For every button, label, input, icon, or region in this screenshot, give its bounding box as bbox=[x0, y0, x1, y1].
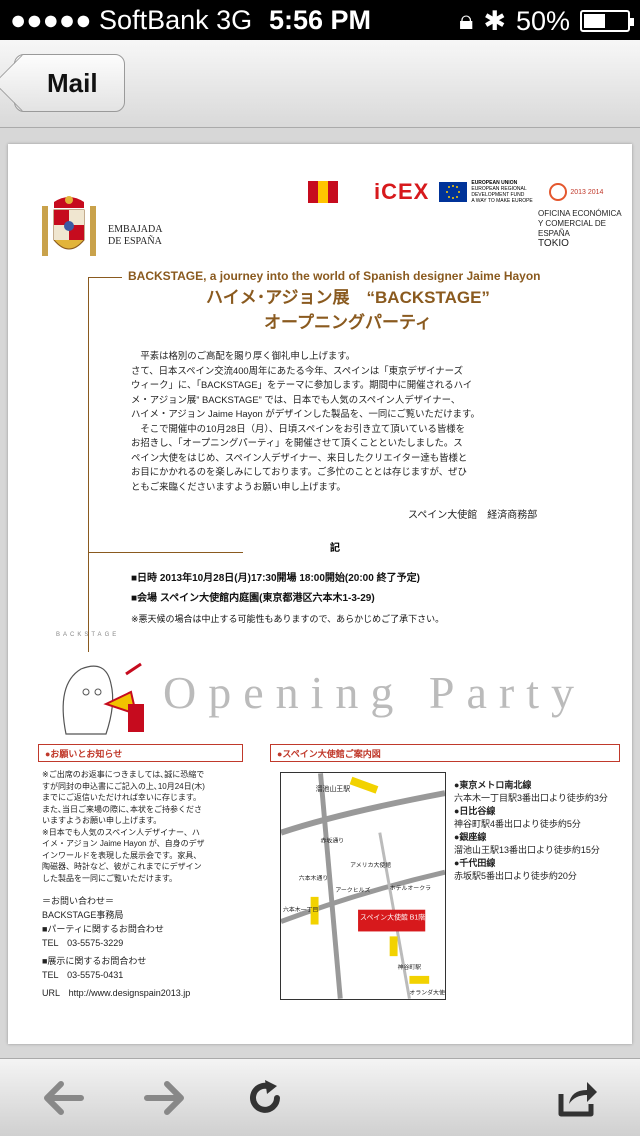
bluetooth-icon: ✱ bbox=[483, 5, 506, 36]
date-line: ■日時 2013年10月28日(月)17:30開場 18:00開始(20:00 … bbox=[131, 573, 420, 584]
oficina-line-2: Y COMERCIAL DE ESPAÑA bbox=[538, 219, 607, 238]
left-border-rule bbox=[88, 277, 89, 652]
mail-back-button[interactable]: Mail bbox=[14, 54, 125, 112]
invitation-body: 平素は格別のご高配を賜り厚く御礼申し上げます。 さて、日本スペイン交流400周年… bbox=[131, 350, 480, 492]
embassy-line-2: DE ESPAÑA bbox=[108, 236, 162, 247]
eu-flag-icon bbox=[439, 182, 468, 202]
eu-logo-sub: EUROPEAN REGIONAL DEVELOPMENT FUND bbox=[471, 186, 527, 198]
map-heading: ●スペイン大使館ご案内図 bbox=[270, 744, 620, 762]
orientation-lock-icon: 🔒︎ bbox=[458, 5, 474, 35]
embassy-map: スペイン大使館 B1階 セミナールーム 溜池山王駅 赤坂通り アメリカ大使館 六… bbox=[280, 772, 446, 1000]
access-item: ●銀座線 溜池山王駅13番出口より徒歩約15分 bbox=[454, 831, 624, 857]
map-label-tameike: 溜池山王駅 bbox=[316, 784, 351, 793]
battery-icon bbox=[580, 10, 634, 32]
share-button[interactable] bbox=[552, 1073, 602, 1123]
contact-party-tel: TEL 03-5575-3229 bbox=[42, 938, 124, 948]
arrow-left-icon bbox=[44, 1081, 84, 1115]
document-page: EMBAJADA DE ESPAÑA iCEX EUROPEAN UNION E… bbox=[8, 144, 632, 1044]
status-right: 🔒︎ ✱ 50% bbox=[458, 5, 634, 37]
bottom-rule bbox=[88, 552, 243, 553]
contact-url: URL http://www.designspain2013.jp bbox=[42, 988, 191, 998]
access-item: ●千代田線 赤坂駅5番出口より徒歩約20分 bbox=[454, 857, 624, 883]
navigation-bar: Mail bbox=[0, 40, 640, 128]
rain-note: ※悪天候の場合は中止する可能性もありますので、あらかじめご了承下さい。 bbox=[131, 614, 445, 624]
backstage-mini-label: BACKSTAGE bbox=[56, 632, 120, 638]
contact-exhibit: ■展示に関するお問合わせ bbox=[42, 956, 147, 966]
government-of-spain-logo bbox=[308, 181, 364, 203]
embassy-line-1: EMBAJADA bbox=[108, 224, 163, 235]
headline-japanese-1: ハイメ･アジョン展 “BACKSTAGE” bbox=[206, 288, 490, 307]
map-label-ark: アークヒルズ bbox=[335, 886, 370, 894]
notice-body: ※ご出席のお返事につきましては､誠に恐縮で すが同封の申込書にご記入の上､10月… bbox=[42, 770, 205, 883]
access-list: ●東京メトロ南北線 六本木一丁目駅3番出口より徒歩約3分 ●日比谷線 神谷町駅4… bbox=[454, 779, 624, 883]
venue-line: ■会場 スペイン大使館内庭園(東京都港区六本木1-3-29) bbox=[131, 593, 375, 604]
contact-party: ■パーティに関するお問合わせ bbox=[42, 924, 164, 934]
icex-logo: iCEX bbox=[374, 179, 430, 204]
map-label-american: アメリカ大使館 bbox=[350, 861, 391, 869]
access-detail: 溜池山王駅13番出口より徒歩約15分 bbox=[454, 845, 600, 855]
access-line-name: ●銀座線 bbox=[454, 832, 487, 842]
map-label-roppongi1: 六本木一丁目 bbox=[283, 906, 318, 914]
access-item: ●日比谷線 神谷町駅4番出口より徒歩約5分 bbox=[454, 805, 624, 831]
notice-heading: ●お願いとお知らせ bbox=[38, 744, 243, 762]
access-detail: 赤坂駅5番出口より徒歩約20分 bbox=[454, 871, 577, 881]
back-button-label: Mail bbox=[47, 68, 98, 98]
access-detail: 神谷町駅4番出口より徒歩約5分 bbox=[454, 819, 581, 829]
battery-percent: 50% bbox=[515, 5, 570, 36]
embassy-label: EMBAJADA DE ESPAÑA bbox=[108, 224, 162, 248]
eu-logo-slogan: A WAY TO MAKE EUROPE bbox=[471, 198, 533, 204]
oficina-label: OFICINA ECONÓMICA Y COMERCIAL DE ESPAÑA … bbox=[538, 209, 632, 249]
map-label-akasaka: 赤坂通り bbox=[321, 837, 345, 845]
forward-arrow-button[interactable] bbox=[140, 1073, 190, 1123]
reload-button[interactable] bbox=[240, 1073, 290, 1123]
dual-year-logo: 2013 2014 bbox=[549, 183, 632, 201]
access-line-name: ●千代田線 bbox=[454, 858, 496, 868]
headline-japanese-2: オープニングパーティ bbox=[264, 313, 432, 332]
contact-exhibit-tel: TEL 03-5575-0431 bbox=[42, 970, 124, 980]
share-icon bbox=[558, 1082, 597, 1117]
spain-coat-of-arms-icon bbox=[42, 196, 96, 256]
arrow-right-icon bbox=[144, 1081, 184, 1115]
ki-heading: 記 bbox=[330, 543, 340, 554]
map-drawing: スペイン大使館 B1階 セミナールーム 溜池山王駅 赤坂通り アメリカ大使館 六… bbox=[281, 773, 445, 999]
signature: スペイン大使館 経済商務部 bbox=[408, 510, 538, 521]
oficina-line-1: OFICINA ECONÓMICA bbox=[538, 209, 622, 218]
contact-office: BACKSTAGE事務局 bbox=[42, 910, 124, 920]
map-label-roppongi-dori: 六本木通り bbox=[299, 874, 329, 882]
sponsor-logos: iCEX EUROPEAN UNION EUROPEAN REGIONAL DE… bbox=[308, 179, 632, 205]
year-logo-text: 2013 2014 bbox=[570, 188, 604, 196]
map-label-spain: スペイン大使館 B1階 セミナールーム bbox=[360, 913, 445, 922]
battery-fill bbox=[584, 14, 605, 28]
access-item: ●東京メトロ南北線 六本木一丁目駅3番出口より徒歩約3分 bbox=[454, 779, 624, 805]
hayon-character-illustration bbox=[62, 662, 144, 735]
headline-english: BACKSTAGE, a journey into the world of S… bbox=[128, 269, 541, 283]
headline: BACKSTAGE, a journey into the world of S… bbox=[88, 269, 608, 333]
contact-title: ＝お問い合わせ＝ bbox=[42, 896, 115, 906]
access-detail: 六本木一丁目駅3番出口より徒歩約3分 bbox=[454, 793, 608, 803]
bottom-toolbar bbox=[0, 1058, 640, 1136]
reload-icon bbox=[250, 1080, 280, 1113]
map-label-okura: ホテルオークラ bbox=[390, 885, 431, 892]
access-line-name: ●日比谷線 bbox=[454, 806, 496, 816]
map-label-oranda: オランダ大使館 bbox=[409, 989, 445, 997]
year-circle-icon bbox=[549, 183, 568, 201]
opening-party-title: Opening Party bbox=[163, 667, 587, 718]
oficina-line-3: TOKIO bbox=[538, 238, 569, 249]
eu-logo: EUROPEAN UNION EUROPEAN REGIONAL DEVELOP… bbox=[439, 180, 539, 204]
access-line-name: ●東京メトロ南北線 bbox=[454, 780, 532, 790]
back-arrow-button[interactable] bbox=[38, 1073, 88, 1123]
map-label-kamiyacho: 神谷町駅 bbox=[398, 963, 422, 971]
attachment-viewer[interactable]: EMBAJADA DE ESPAÑA iCEX EUROPEAN UNION E… bbox=[0, 128, 640, 1058]
status-bar: ●●●●● SoftBank 3G 5:56 PM 🔒︎ ✱ 50% bbox=[0, 0, 640, 40]
contact-block: ＝お問い合わせ＝ BACKSTAGE事務局 ■パーティに関するお問合わせ TEL… bbox=[42, 894, 252, 1000]
event-info: ■日時 2013年10月28日(月)17:30開場 18:00開始(20:00 … bbox=[131, 569, 444, 629]
